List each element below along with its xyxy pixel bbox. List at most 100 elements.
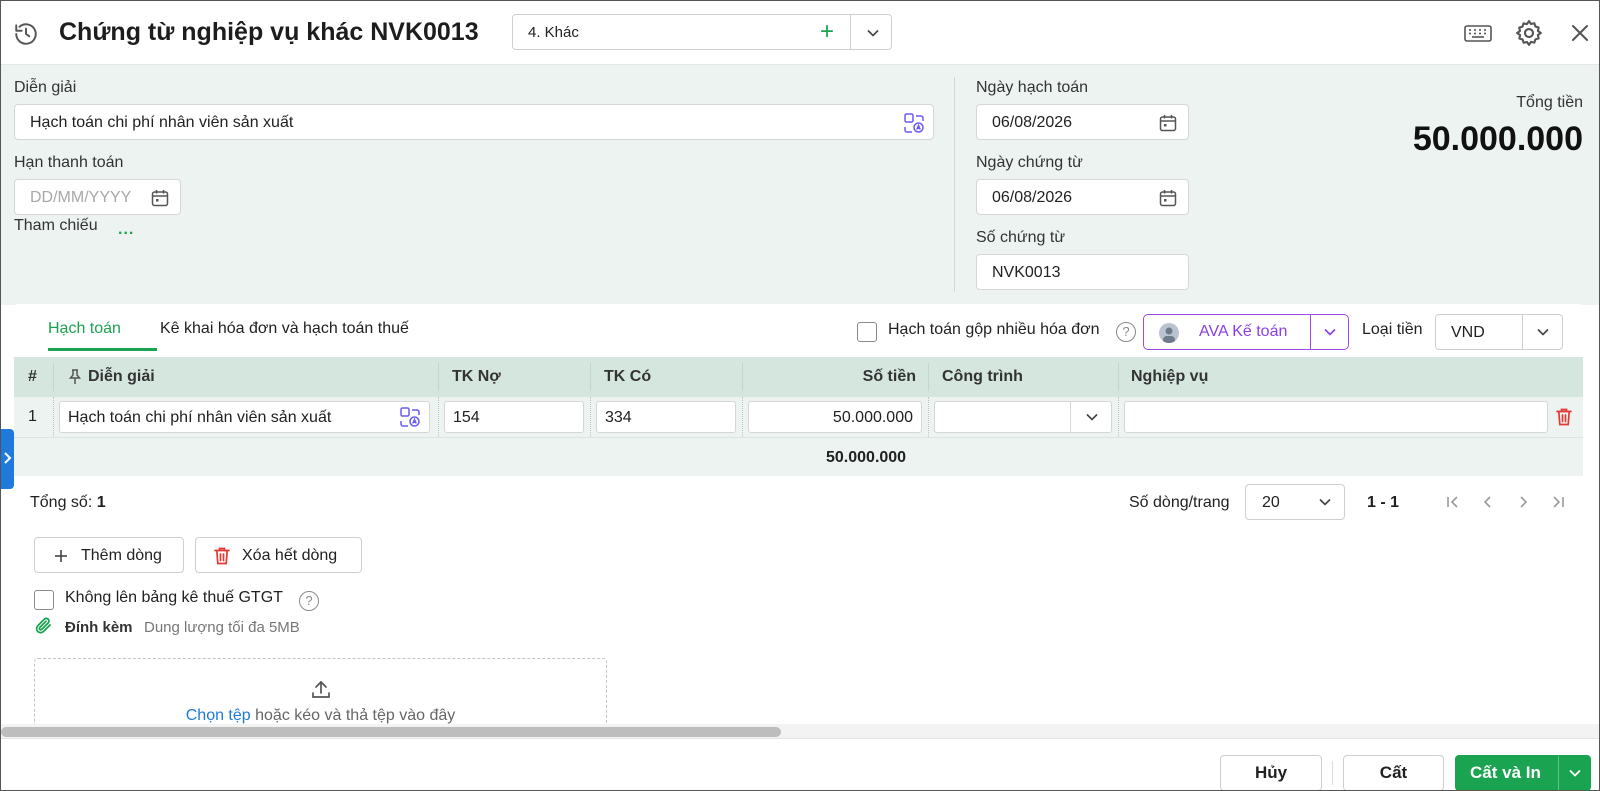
ngay-hach-toan-label: Ngày hạch toán xyxy=(976,79,1089,96)
select-divider xyxy=(1070,402,1071,432)
tab-hach-toan[interactable]: Hạch toán xyxy=(48,320,121,338)
col-tk-co: TK Có xyxy=(604,368,652,385)
total-count-label: Tổng số: xyxy=(30,494,93,511)
table-header: # Diễn giải TK Nợ TK Có Số tiền Công trì… xyxy=(14,357,1583,397)
prev-page-icon[interactable] xyxy=(1478,492,1498,512)
gop-hoa-don-label: Hạch toán gộp nhiều hóa đơn xyxy=(888,321,1100,338)
voucher-type-value: 4. Khác xyxy=(528,24,579,41)
add-row-label: Thêm dòng xyxy=(81,547,162,564)
col-divider xyxy=(928,363,929,391)
row-so-tien-input[interactable]: 50.000.000 xyxy=(748,401,922,433)
ava-label: AVA Kế toán xyxy=(1199,323,1288,340)
col-divider xyxy=(1118,363,1119,391)
paperclip-icon xyxy=(35,617,51,634)
col-so-tien: Số tiền xyxy=(862,368,916,385)
trash-icon xyxy=(214,547,230,565)
help-icon[interactable]: ? xyxy=(1116,322,1136,342)
attachments-hint: Dung lượng tối đa 5MB xyxy=(144,619,300,636)
next-page-icon[interactable] xyxy=(1513,492,1533,512)
chevron-down-icon[interactable] xyxy=(1315,492,1335,512)
horizontal-scrollbar-thumb[interactable] xyxy=(1,727,781,737)
row-tk-no-input[interactable]: 154 xyxy=(444,401,584,433)
row-dien-giai-input[interactable]: Hạch toán chi phí nhân viên sản xuất xyxy=(59,401,430,433)
row-so-tien-value: 50.000.000 xyxy=(832,409,913,426)
cancel-button[interactable]: Hủy xyxy=(1220,755,1322,790)
pin-icon[interactable] xyxy=(68,369,82,385)
voucher-window: Chứng từ nghiệp vụ khác NVK0013 4. Khác … xyxy=(0,0,1600,791)
chevron-down-icon[interactable] xyxy=(1533,322,1553,342)
loai-tien-label: Loại tiền xyxy=(1362,321,1423,338)
chevron-down-icon[interactable] xyxy=(1082,407,1102,427)
choose-file-link[interactable]: Chọn tệp xyxy=(186,707,251,724)
so-chung-tu-label: Số chứng từ xyxy=(976,229,1066,246)
col-tk-no: TK Nợ xyxy=(452,368,501,385)
dien-giai-input[interactable]: Hạch toán chi phí nhân viên sản xuất xyxy=(14,104,934,140)
save-button[interactable]: Cất xyxy=(1343,755,1444,790)
ngay-hach-toan-input[interactable]: 06/08/2026 xyxy=(976,104,1189,140)
han-thanh-toan-label: Hạn thanh toán xyxy=(14,154,124,171)
vat-exclude-checkbox[interactable] xyxy=(34,590,54,610)
select-divider xyxy=(850,15,851,49)
so-chung-tu-input[interactable]: NVK0013 xyxy=(976,254,1189,290)
split-divider xyxy=(1558,756,1559,790)
currency-value: VND xyxy=(1451,324,1485,341)
last-page-icon[interactable] xyxy=(1548,492,1568,512)
row-cong-trinh-select[interactable] xyxy=(934,401,1112,433)
gop-hoa-don-checkbox[interactable] xyxy=(857,322,877,342)
total-so-tien: 50.000.000 xyxy=(826,449,907,466)
cell-divider xyxy=(1118,397,1119,437)
calendar-icon[interactable] xyxy=(1158,113,1178,133)
cell-divider xyxy=(928,397,929,437)
history-icon[interactable] xyxy=(13,21,39,47)
gear-icon[interactable] xyxy=(1514,18,1544,48)
chevron-right-icon xyxy=(4,452,12,464)
table-footer: 50.000.000 xyxy=(14,437,1583,476)
calendar-icon[interactable] xyxy=(1158,188,1178,208)
dien-giai-value: Hạch toán chi phí nhân viên sản xuất xyxy=(30,114,294,131)
header: Chứng từ nghiệp vụ khác NVK0013 4. Khác … xyxy=(1,1,1599,65)
save-and-print-button[interactable]: Cất và In xyxy=(1455,755,1591,790)
keyboard-icon[interactable] xyxy=(1463,18,1493,48)
currency-select[interactable]: VND xyxy=(1435,314,1563,350)
ai-suggest-icon[interactable] xyxy=(903,112,925,134)
help-icon[interactable]: ? xyxy=(299,591,319,611)
side-panel-toggle[interactable] xyxy=(1,429,14,489)
ava-avatar-icon xyxy=(1159,323,1179,343)
tham-chieu-label: Tham chiếu xyxy=(14,217,98,234)
rows-per-page-label: Số dòng/trang xyxy=(1129,494,1230,511)
chevron-down-icon[interactable] xyxy=(1565,763,1585,783)
rows-per-page-select[interactable]: 20 xyxy=(1245,484,1345,520)
tab-ke-khai-hoa-don[interactable]: Kê khai hóa đơn và hạch toán thuế xyxy=(160,320,409,338)
cell-divider xyxy=(53,397,54,437)
ngay-chung-tu-input[interactable]: 06/08/2026 xyxy=(976,179,1189,215)
han-thanh-toan-input[interactable]: DD/MM/YYYY xyxy=(14,179,181,215)
chevron-down-icon[interactable] xyxy=(863,23,883,43)
tong-tien-value: 50.000.000 xyxy=(1412,120,1583,158)
delete-all-rows-button[interactable]: Xóa hết dòng xyxy=(195,537,362,573)
attachments-label: Đính kèm xyxy=(65,619,133,636)
trash-icon[interactable] xyxy=(1555,407,1573,427)
col-divider xyxy=(438,363,439,391)
delete-all-rows-label: Xóa hết dòng xyxy=(242,547,338,564)
close-icon[interactable] xyxy=(1565,18,1595,48)
tham-chieu-more[interactable]: ... xyxy=(118,221,134,239)
chevron-down-icon[interactable] xyxy=(1320,322,1340,342)
calendar-icon[interactable] xyxy=(150,188,170,208)
add-row-button[interactable]: Thêm dòng xyxy=(34,537,184,573)
add-type-icon[interactable]: + xyxy=(813,19,841,47)
col-nghiep-vu: Nghiệp vụ xyxy=(1131,368,1209,385)
cell-divider xyxy=(590,397,591,437)
row-tk-co-value: 334 xyxy=(605,409,632,426)
dropzone-hint: hoặc kéo và thả tệp vào đây xyxy=(250,707,456,724)
row-nghiep-vu-input[interactable] xyxy=(1124,401,1548,433)
first-page-icon[interactable] xyxy=(1443,492,1463,512)
voucher-info-panel: Diễn giải Hạch toán chi phí nhân viên sả… xyxy=(1,65,1599,305)
ava-divider xyxy=(1310,315,1311,349)
row-tk-co-input[interactable]: 334 xyxy=(596,401,736,433)
col-index: # xyxy=(28,368,37,385)
cell-divider xyxy=(438,397,439,437)
voucher-type-select[interactable]: 4. Khác + xyxy=(512,14,892,50)
ava-ke-toan-button[interactable]: AVA Kế toán xyxy=(1143,314,1349,350)
row-dien-giai-value: Hạch toán chi phí nhân viên sản xuất xyxy=(68,409,332,426)
ai-suggest-icon[interactable] xyxy=(399,406,421,428)
